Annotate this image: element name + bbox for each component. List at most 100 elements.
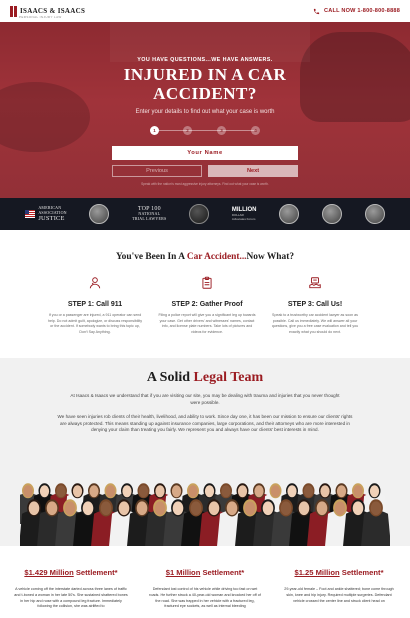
team-member-face (352, 501, 364, 516)
team-member-face (334, 501, 346, 516)
step-dot-2: 2 (183, 126, 192, 135)
team-member-face (287, 485, 297, 498)
step-description: If you or a passenger are injured, a 911… (47, 313, 143, 334)
team-member-face (226, 501, 238, 516)
flag-icon (25, 210, 36, 218)
award-badge-icon (364, 204, 385, 224)
form-step-indicator: 1 2 3 4 (150, 126, 260, 136)
settlement-amount: $1.429 Million (24, 568, 74, 577)
award-million-line3: Advocates Forum (231, 217, 256, 221)
hero-title: INJURED IN A CAR ACCIDENT? (0, 65, 410, 103)
team-member-face (118, 501, 130, 516)
steps-heading-prefix: You've Been In A (115, 252, 187, 262)
team-member-face (154, 501, 166, 516)
call-now-label: CALL NOW 1-800-800-8888 (324, 8, 400, 14)
settlement-description: Defendant lost control of his vehicle wh… (149, 587, 261, 609)
step-card-1: STEP 1: Call 911 If you or a passenger a… (40, 276, 150, 335)
award-top100: TOP 100 NATIONAL TRIAL LAWYERS (132, 206, 166, 221)
settlement-amount: $1 Million (165, 568, 201, 577)
step-title: STEP 3: Call Us! (287, 301, 343, 308)
site-header: ISAACS & ISAACS PERSONAL INJURY LAW CALL… (0, 0, 410, 22)
step-dot-1: 1 (150, 126, 159, 135)
settlement-description: 29-year-old female – Foot and ankle shat… (284, 587, 394, 603)
hero-title-line1: INJURED IN A CAR (123, 65, 287, 84)
team-member-face (254, 485, 264, 498)
settlements-section: $1.429 Million Settlement* A vehicle com… (0, 546, 410, 618)
step-description: Filing a police report will give you a s… (158, 313, 256, 334)
steps-heading-suffix: Now What? (246, 252, 295, 262)
hero-fine-print: Speak with the nation's most aggressive … (141, 182, 269, 186)
step-dot-3: 3 (217, 126, 226, 135)
call-now-link[interactable]: CALL NOW 1-800-800-8888 (313, 8, 400, 15)
settlement-label: Settlement* (202, 568, 245, 577)
team-member-face (138, 485, 149, 498)
settlement-heading: $1.25 Million Settlement* (278, 568, 400, 577)
step-description: Speak to a trustworthy car accident lawy… (271, 313, 359, 334)
settlement-card-2: $1 Million Settlement* Defendant lost co… (144, 568, 266, 610)
team-member-face (155, 485, 165, 498)
team-member-face (72, 485, 83, 498)
team-member-face (89, 485, 99, 498)
logo-subtitle: PERSONAL INJURY LAW (19, 15, 62, 19)
award-aj-text: AMERICAN ASSOCIATION JUSTICE (38, 205, 66, 223)
step-card-3: STEP 3: Call Us! Speak to a trustworthy … (260, 276, 370, 335)
team-member-face (39, 485, 50, 498)
settlement-heading: $1.429 Million Settlement* (10, 568, 132, 577)
settlement-label: Settlement* (341, 568, 384, 577)
phone-person-icon (89, 277, 101, 289)
settlement-card-3: $1.25 Million Settlement* 29-year-old fe… (278, 568, 400, 604)
hero-title-line2: ACCIDENT? (153, 84, 257, 103)
team-heading: A Solid Legal Team (0, 370, 410, 386)
hero-section: YOU HAVE QUESTIONS...WE HAVE ANSWERS. IN… (0, 22, 410, 198)
team-member-face (46, 501, 58, 516)
team-member-face (188, 485, 198, 498)
team-member-face (190, 501, 202, 516)
team-member-face (244, 501, 256, 516)
team-member-face (204, 485, 215, 498)
team-member-face (122, 485, 132, 498)
team-member-face (105, 485, 116, 498)
award-badge-icon (321, 204, 342, 224)
step-connector-line (154, 130, 256, 131)
settlement-card-1: $1.429 Million Settlement* A vehicle com… (10, 568, 132, 610)
team-member-face (64, 501, 76, 516)
name-input[interactable] (112, 146, 298, 160)
step-title: STEP 2: Gather Proof (171, 301, 243, 308)
team-member-face (270, 485, 281, 498)
team-member-face (316, 501, 328, 516)
step-card-2: STEP 2: Gather Proof Filing a police rep… (152, 276, 262, 335)
team-heading-prefix: A Solid (146, 370, 194, 385)
team-member-face (28, 501, 40, 516)
team-member-face (56, 485, 66, 498)
team-member-face (320, 485, 330, 498)
team-intro-paragraph: At Isaacs & Isaacs we understand that if… (70, 393, 340, 405)
awards-bar: AMERICAN ASSOCIATION JUSTICE TOP 100 NAT… (0, 198, 410, 230)
legal-team-section: A Solid Legal Team At Isaacs & Isaacs we… (0, 358, 410, 546)
award-aj-line3: JUSTICE (38, 215, 65, 223)
award-badge-icon (279, 204, 300, 224)
team-member-face (298, 501, 310, 516)
hero-eyebrow: YOU HAVE QUESTIONS...WE HAVE ANSWERS. (137, 57, 273, 63)
steps-heading-accent: Car Accident... (186, 252, 247, 262)
team-group-photo (20, 483, 390, 546)
team-member-face (82, 501, 94, 516)
steps-heading: You've Been In A Car Accident...Now What… (0, 252, 410, 262)
hero-background-band (110, 22, 310, 62)
team-member-face (171, 485, 182, 498)
accident-steps-section: You've Been In A Car Accident...Now What… (0, 230, 410, 358)
next-button[interactable]: Next (208, 165, 298, 177)
team-member-face (221, 485, 231, 498)
team-member-face (280, 501, 292, 516)
team-member-face (172, 501, 184, 516)
team-heading-accent: Legal Team (193, 370, 264, 385)
previous-button[interactable]: Previous (112, 165, 202, 177)
award-seal-icon (89, 204, 110, 224)
settlement-amount: $1.25 Million (294, 568, 340, 577)
step-dot-4: 4 (251, 126, 260, 135)
team-member-face (370, 501, 382, 516)
team-member-face (369, 485, 380, 498)
team-member-face (336, 485, 347, 498)
handshake-icon (309, 277, 321, 289)
award-medal-icon (189, 204, 210, 224)
team-member-face (262, 501, 274, 516)
